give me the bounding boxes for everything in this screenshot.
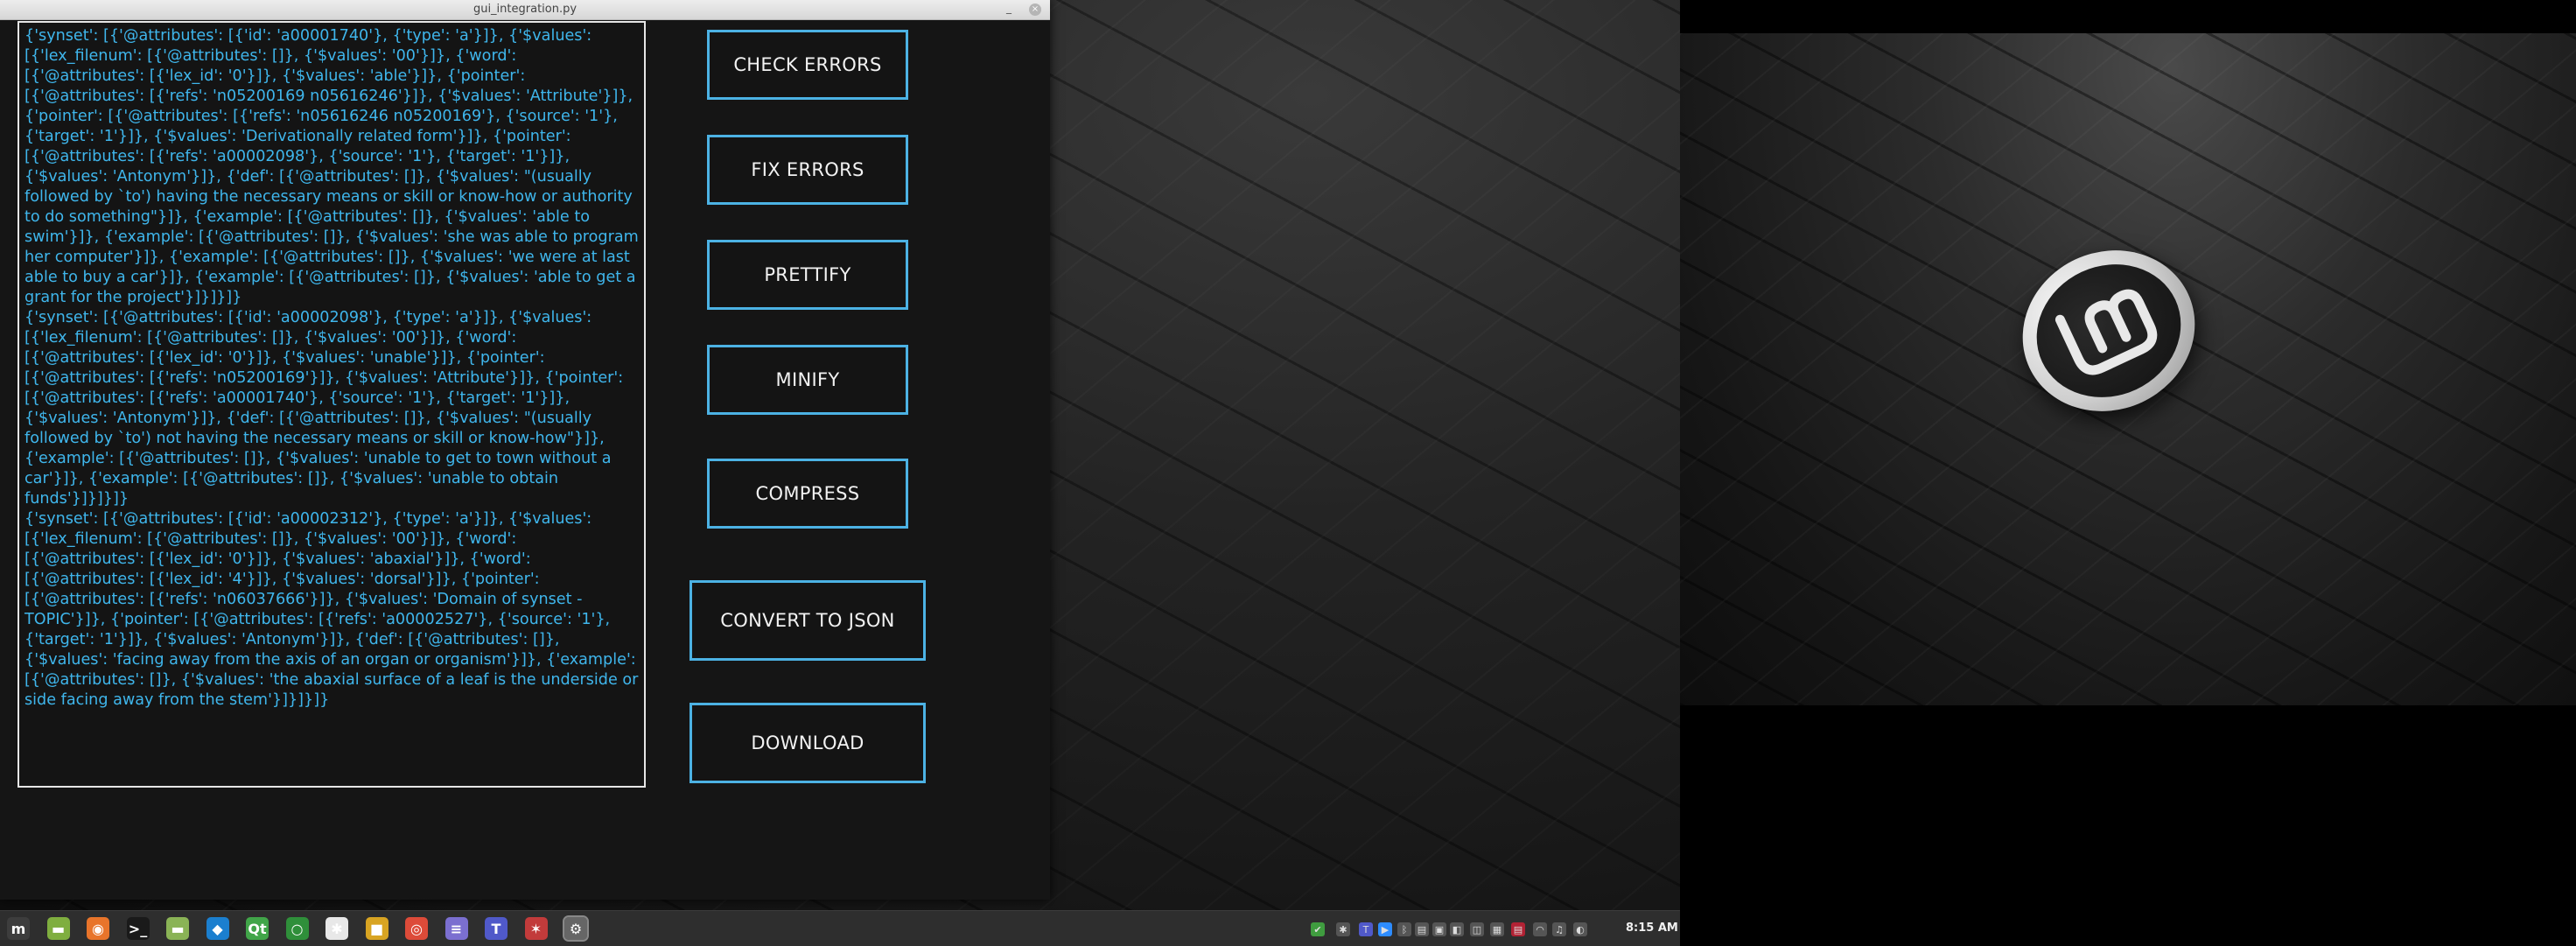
- nvidia-icon[interactable]: ◧: [1450, 922, 1464, 936]
- notes-icon[interactable]: ≡: [444, 917, 468, 940]
- network-app-icon[interactable]: ✶: [524, 917, 548, 940]
- check-errors-button[interactable]: CHECK ERRORS: [707, 30, 908, 100]
- teams-tray-icon[interactable]: T: [1359, 922, 1373, 936]
- settings-app-icon[interactable]: ⚙: [563, 915, 589, 942]
- chrome-icon[interactable]: ◎: [405, 917, 428, 940]
- teams-icon[interactable]: T: [485, 917, 508, 940]
- prettify-button[interactable]: PRETTIFY: [707, 240, 908, 310]
- window-title: gui_integration.py: [472, 3, 578, 16]
- vscode-icon[interactable]: ◆: [206, 917, 229, 940]
- mint-menu-icon[interactable]: m: [7, 917, 30, 940]
- keyboard-layout-icon[interactable]: ▦: [1490, 922, 1504, 936]
- clock[interactable]: 8:15 AM: [1626, 911, 1678, 946]
- output-record: {'synset': [{'@attributes': [{'id': 'a00…: [24, 309, 624, 508]
- volume-icon[interactable]: ♫: [1552, 922, 1566, 936]
- output-text-area[interactable]: {'synset': [{'@attributes': [{'id': 'a00…: [18, 21, 646, 788]
- compress-button[interactable]: COMPRESS: [707, 459, 908, 529]
- taskbar: m ▬ ◉ >_ ▬ ◆ Qt ○ ✱ ■ ◎ ≡ T ✶ ⚙ ✔ ✱ T ▶ ᛒ ▤ ▣ ◧ ◫ ▦ ▤ ◠ ♫ ◐ 8:15 AM: [0, 910, 1680, 946]
- firefox-icon[interactable]: ◉: [87, 917, 109, 940]
- circle-app-icon[interactable]: ○: [285, 917, 309, 940]
- fix-errors-button[interactable]: FIX ERRORS: [707, 135, 908, 205]
- display-icon[interactable]: ▣: [1432, 922, 1446, 936]
- folder-icon[interactable]: ▬: [166, 917, 189, 940]
- minimize-button[interactable]: _: [1001, 2, 1017, 18]
- linux-mint-logo: [1996, 222, 2222, 439]
- slack-tray-icon[interactable]: ✱: [1336, 922, 1350, 936]
- output-record: {'synset': [{'@attributes': [{'id': 'a00…: [24, 27, 639, 306]
- zoom-icon[interactable]: ▶: [1378, 922, 1392, 936]
- slack-icon[interactable]: ✱: [326, 917, 348, 940]
- window-titlebar[interactable]: gui_integration.py _ ×: [0, 0, 1050, 20]
- qt-creator-icon[interactable]: Qt: [246, 917, 269, 940]
- bluetooth-icon[interactable]: ᛒ: [1397, 922, 1411, 936]
- download-button[interactable]: DOWNLOAD: [690, 703, 926, 783]
- app-window: gui_integration.py _ × {'synset': [{'@at…: [0, 0, 1050, 900]
- minify-button[interactable]: MINIFY: [707, 345, 908, 415]
- update-shield-icon[interactable]: ✔: [1311, 922, 1325, 936]
- files-icon[interactable]: ▬: [46, 917, 70, 940]
- us-flag-icon[interactable]: ▤: [1511, 922, 1525, 936]
- terminal-icon[interactable]: >_: [126, 917, 150, 940]
- convert-to-json-button[interactable]: CONVERT TO JSON: [690, 580, 926, 661]
- second-monitor: [1680, 0, 2576, 945]
- user-session-icon[interactable]: ◐: [1573, 922, 1587, 936]
- wifi-icon[interactable]: ◠: [1533, 922, 1547, 936]
- close-button[interactable]: ×: [1029, 4, 1041, 16]
- clipboard-icon[interactable]: ▤: [1415, 922, 1429, 936]
- colorful-app-icon[interactable]: ■: [365, 917, 388, 940]
- output-record: {'synset': [{'@attributes': [{'id': 'a00…: [24, 510, 639, 709]
- screenshot-icon[interactable]: ◫: [1470, 922, 1484, 936]
- desktop-wallpaper: [1680, 33, 2576, 705]
